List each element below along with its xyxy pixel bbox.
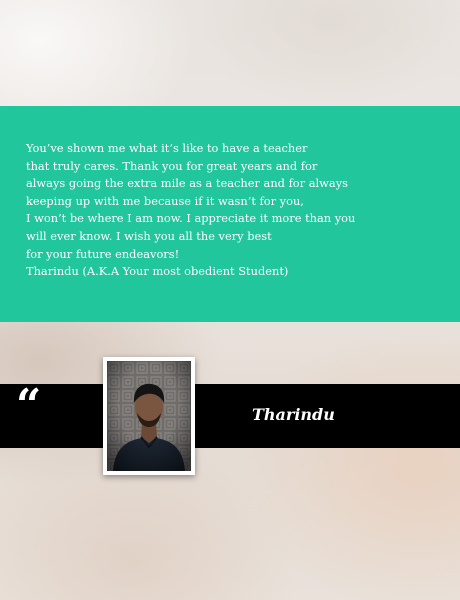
student-portrait (107, 361, 191, 471)
signature-band (0, 384, 460, 448)
student-photo-frame (103, 357, 195, 475)
quote-mark-icon: “ (16, 380, 41, 431)
testimonial-message: You’ve shown me what it’s like to have a… (26, 141, 356, 279)
testimonial-panel: You’ve shown me what it’s like to have a… (0, 106, 460, 322)
signature-name: Tharindu (252, 405, 335, 424)
